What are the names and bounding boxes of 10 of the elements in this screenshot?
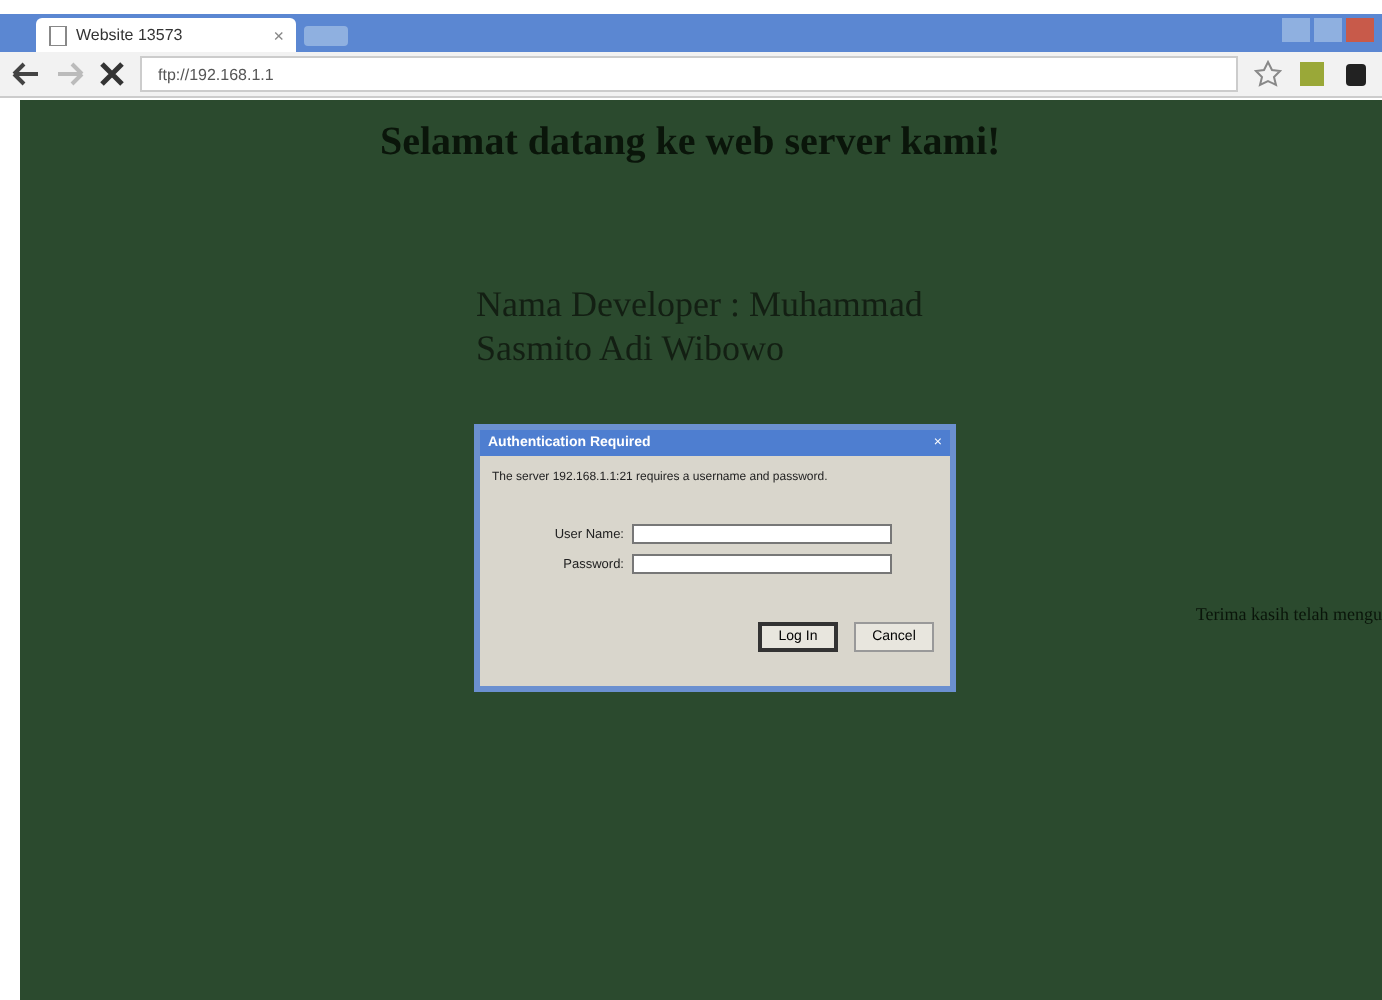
input-field[interactable] — [632, 524, 892, 544]
address-bar[interactable]: ftp://192.168.1.1 — [140, 56, 1238, 92]
tab-title: Website 13573 — [76, 26, 185, 44]
input-field[interactable] — [632, 554, 892, 574]
star-icon[interactable] — [1254, 60, 1282, 88]
stop-icon[interactable] — [100, 62, 124, 86]
back-icon[interactable] — [12, 62, 40, 86]
tab-close-button[interactable]: × — [273, 25, 284, 45]
browser-tab[interactable]: Website 13573 × — [36, 18, 296, 52]
page-icon — [48, 25, 68, 45]
